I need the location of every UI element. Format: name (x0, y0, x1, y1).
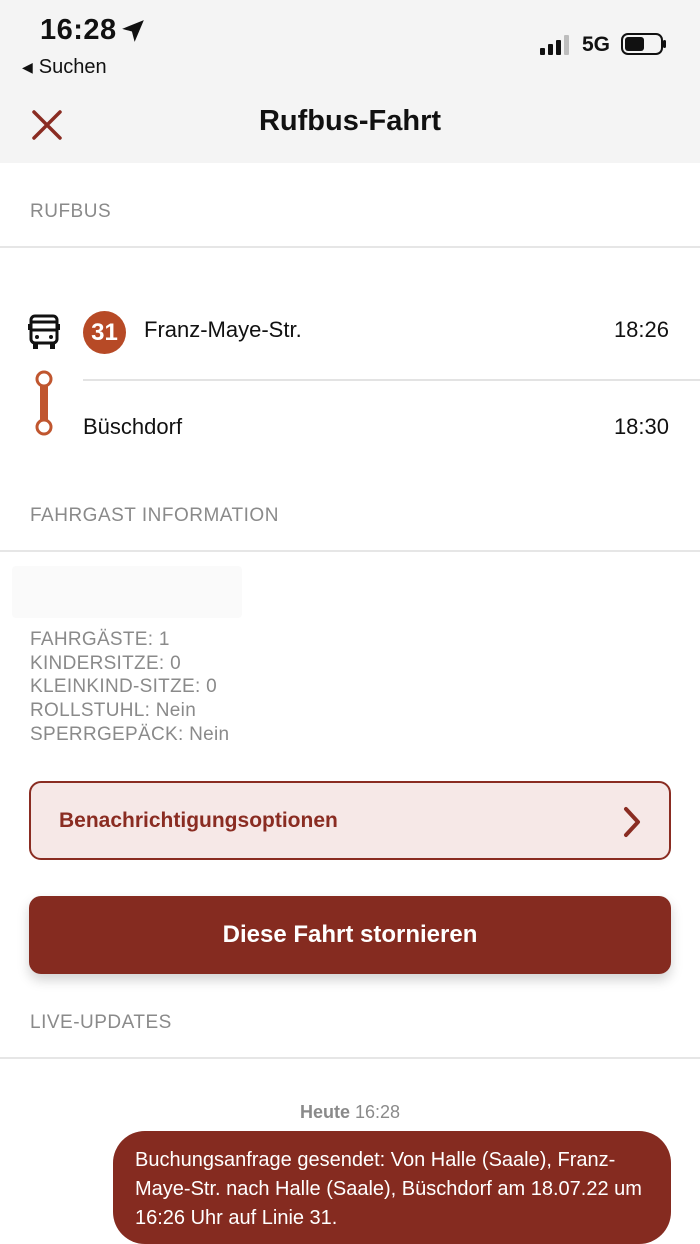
message-time: 16:28 (354, 1102, 401, 1122)
section-label-live-updates: LIVE-UPDATES (30, 1012, 172, 1033)
bulky-luggage: SPERRGEPÄCK: Nein (30, 723, 230, 745)
page-title: Rufbus-Fahrt (258, 105, 442, 137)
section-label-rufbus: RUFBUS (30, 201, 112, 222)
line-number-badge: 31 (83, 311, 126, 354)
divider (0, 1057, 700, 1059)
wheelchair: ROLLSTUHL: Nein (30, 700, 197, 722)
chevron-right-icon (624, 807, 640, 837)
top-bar: 16:28 ◀ Suchen 5G Rufbus-Fahrt (0, 0, 700, 163)
bus-icon (28, 314, 60, 349)
passenger-count: FAHRGÄSTE: 1 (30, 629, 170, 650)
child-seats: KINDERSITZE: 0 (30, 652, 181, 674)
battery-icon (621, 33, 666, 55)
back-app-label: Suchen (38, 56, 107, 78)
back-triangle-icon: ◀ (22, 59, 33, 75)
arrival-time: 18:30 (613, 414, 669, 439)
location-arrow-icon (122, 20, 144, 42)
message-timestamp: Heute 16:28 (0, 1102, 700, 1123)
notification-options-label: Benachrichtigungsoptionen (59, 809, 338, 832)
stop-divider (83, 379, 700, 381)
redacted-area (12, 566, 242, 618)
divider (0, 246, 700, 248)
signal-icon (540, 35, 569, 55)
departure-time: 18:26 (613, 317, 669, 342)
route-line-icon (35, 370, 53, 436)
notification-options-button[interactable]: Benachrichtigungsoptionen (29, 781, 671, 860)
back-to-app-link[interactable]: ◀ Suchen (22, 56, 107, 79)
divider (0, 550, 700, 552)
cancel-trip-button[interactable]: Diese Fahrt stornieren (29, 896, 671, 974)
passenger-info-list: FAHRGÄSTE: 1 KINDERSITZE: 0 KLEINKIND-SI… (30, 628, 229, 747)
live-update-message: Buchungsanfrage gesendet: Von Halle (Saa… (113, 1131, 671, 1244)
network-type: 5G (582, 33, 611, 56)
status-time: 16:28 (40, 14, 117, 46)
section-label-passenger-info: FAHRGAST INFORMATION (30, 505, 279, 526)
departure-stop-name: Franz-Maye-Str. (144, 317, 302, 342)
message-day: Heute (299, 1102, 350, 1122)
arrival-stop-name: Büschdorf (83, 414, 183, 439)
infant-seats: KLEINKIND-SITZE: 0 (30, 676, 217, 698)
